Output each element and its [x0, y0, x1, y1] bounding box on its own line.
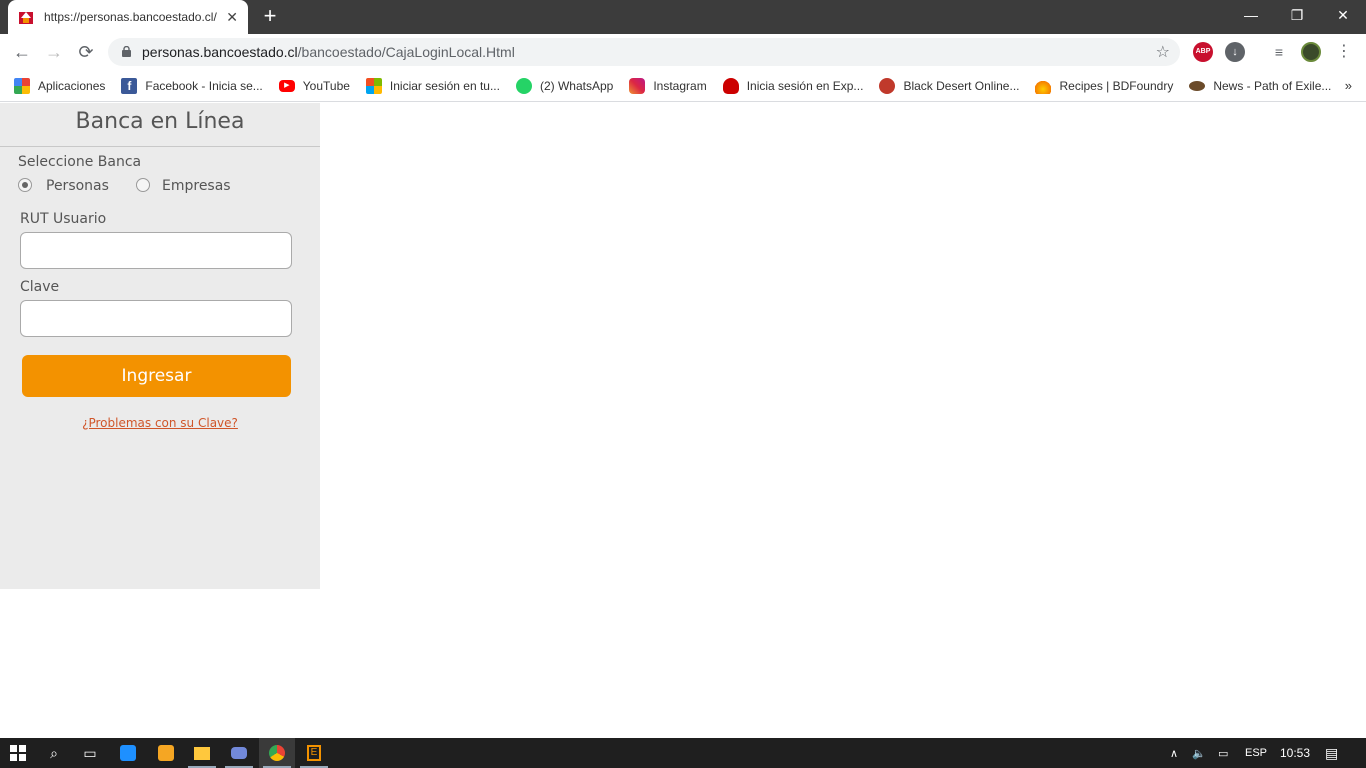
search-icon[interactable]: ⌕	[36, 738, 72, 768]
notifications-icon[interactable]: ▤	[1325, 738, 1338, 768]
browser-tab[interactable]: https://personas.bancoestado.cl/ ✕	[8, 0, 248, 34]
bookmark-bdfoundry[interactable]: Recipes | BDFoundry	[1035, 77, 1173, 94]
forward-icon[interactable]: →	[42, 40, 66, 64]
password-problems-link[interactable]: ¿Problemas con su Clave?	[0, 416, 320, 430]
download-extension-icon[interactable]: ↓	[1225, 42, 1245, 62]
bookmark-microsoft[interactable]: Iniciar sesión en tu...	[365, 77, 500, 94]
select-bank-label: Seleccione Banca	[18, 154, 142, 170]
clave-input[interactable]	[20, 300, 292, 337]
browser-titlebar: https://personas.bancoestado.cl/ ✕ + — ❐…	[0, 0, 1366, 34]
apps-grid-icon	[14, 77, 30, 94]
microsoft-icon	[365, 77, 382, 94]
clave-label: Clave	[20, 279, 60, 295]
bookmark-aplicaciones[interactable]: Aplicaciones	[14, 77, 105, 94]
bookmark-path-of-exile[interactable]: News - Path of Exile...	[1189, 79, 1331, 93]
youtube-icon: ▶	[278, 79, 295, 92]
browser-toolbar: ← → ⟳ personas.bancoestado.cl/bancoestad…	[0, 34, 1366, 70]
adblock-extension-icon[interactable]: ABP	[1193, 42, 1213, 62]
bookmark-youtube[interactable]: ▶ YouTube	[278, 79, 350, 93]
bookmark-redhat[interactable]: Inicia sesión en Exp...	[722, 77, 863, 94]
tab-close-icon[interactable]: ✕	[226, 9, 238, 26]
tray-expand-icon[interactable]: ∧	[1170, 738, 1178, 768]
windows-taskbar: ⌕ ▭ E ∧ 🔈 ▭ ESP 10:53 ▤	[0, 738, 1366, 768]
bdo-icon	[879, 77, 896, 94]
tab-title: https://personas.bancoestado.cl/	[44, 10, 217, 24]
app-edge-icon[interactable]	[110, 738, 146, 768]
network-icon[interactable]: ▭	[1218, 738, 1228, 768]
bookmarks-overflow-icon[interactable]: »	[1345, 78, 1352, 93]
radio-personas[interactable]	[18, 178, 32, 192]
reload-icon[interactable]: ⟳	[74, 40, 98, 64]
rut-input[interactable]	[20, 232, 292, 269]
back-icon[interactable]: ←	[10, 40, 34, 64]
facebook-icon: f	[121, 77, 138, 94]
language-indicator[interactable]: ESP	[1245, 738, 1267, 768]
rut-label: RUT Usuario	[20, 211, 107, 227]
windows-start-icon[interactable]	[0, 738, 36, 768]
epic-app-icon[interactable]: E	[296, 738, 332, 768]
radio-personas-label[interactable]: Personas	[46, 178, 109, 194]
bookmarks-bar: Aplicaciones f Facebook - Inicia se... ▶…	[0, 70, 1366, 102]
flame-icon	[1035, 77, 1052, 94]
whatsapp-icon	[515, 77, 532, 94]
app-media-icon[interactable]	[148, 738, 184, 768]
login-panel: Banca en Línea Seleccione Banca Personas…	[0, 103, 320, 589]
bookmark-facebook[interactable]: f Facebook - Inicia se...	[121, 77, 263, 94]
bookmark-star-icon[interactable]: ☆	[1156, 42, 1170, 62]
url-host: personas.bancoestado.cl	[142, 44, 298, 60]
poe-icon	[1189, 80, 1206, 91]
radio-empresas-label[interactable]: Empresas	[162, 178, 231, 194]
bookmark-instagram[interactable]: Instagram	[629, 77, 707, 94]
new-tab-button[interactable]: +	[258, 5, 282, 29]
login-title: Banca en Línea	[0, 103, 320, 147]
discord-icon[interactable]	[221, 738, 257, 768]
minimize-button[interactable]: —	[1228, 0, 1274, 30]
close-window-button[interactable]: ✕	[1320, 0, 1366, 30]
radio-empresas[interactable]	[136, 178, 150, 192]
instagram-icon	[629, 77, 646, 94]
clock[interactable]: 10:53	[1280, 738, 1310, 768]
chrome-icon[interactable]	[259, 738, 295, 768]
page-content: Banca en Línea Seleccione Banca Personas…	[0, 103, 1366, 738]
bancoestado-favicon-icon	[18, 9, 34, 25]
restore-button[interactable]: ❐	[1274, 0, 1320, 30]
menu-kebab-icon[interactable]: ⋮	[1334, 42, 1354, 62]
url-path: /bancoestado/CajaLoginLocal.Html	[297, 44, 515, 60]
file-explorer-icon[interactable]	[184, 738, 220, 768]
bookmark-whatsapp[interactable]: (2) WhatsApp	[515, 77, 613, 94]
volume-icon[interactable]: 🔈	[1192, 738, 1206, 768]
profile-avatar[interactable]	[1301, 42, 1321, 62]
task-view-icon[interactable]: ▭	[72, 738, 108, 768]
media-queue-icon[interactable]: ≡	[1269, 42, 1289, 62]
address-bar[interactable]: personas.bancoestado.cl/bancoestado/Caja…	[108, 38, 1180, 66]
lock-icon	[122, 46, 131, 57]
redhat-icon	[722, 77, 739, 94]
ingresar-button[interactable]: Ingresar	[22, 355, 291, 397]
bookmark-black-desert[interactable]: Black Desert Online...	[879, 77, 1019, 94]
